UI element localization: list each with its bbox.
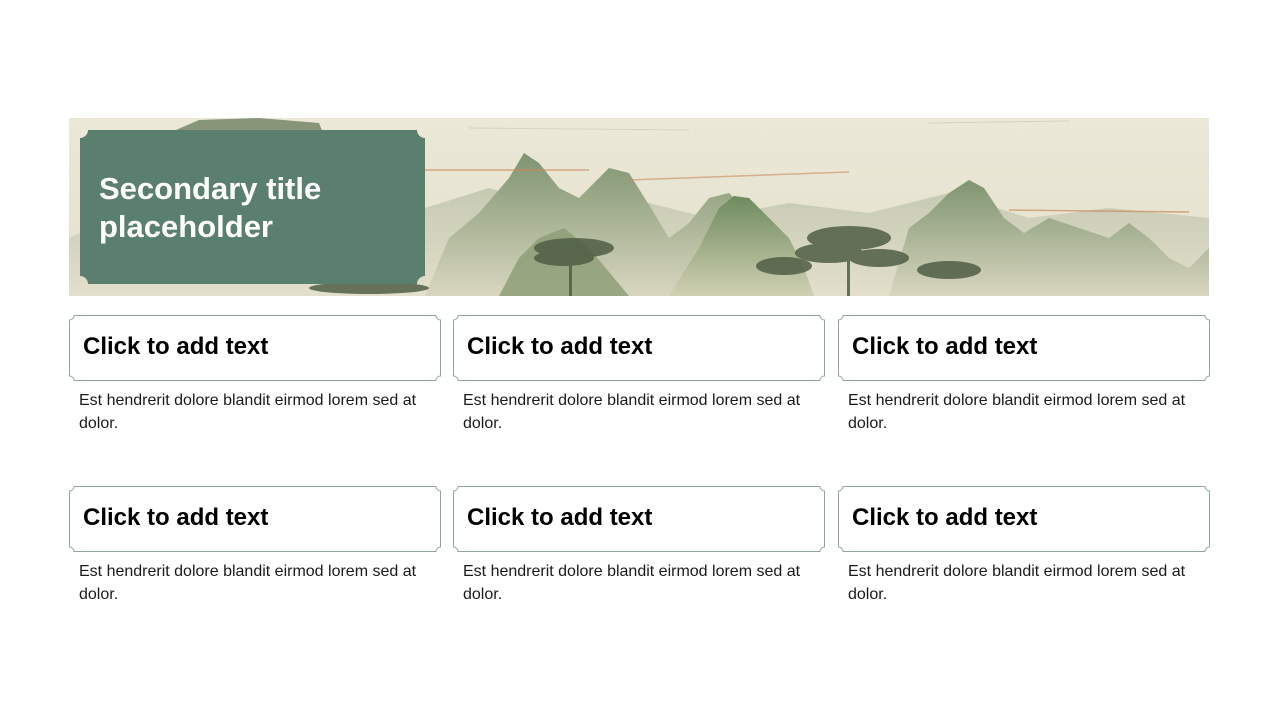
text-card-2[interactable]: Click to add text: [453, 315, 825, 381]
text-card-5[interactable]: Click to add text: [453, 486, 825, 552]
card-description[interactable]: Est hendrerit dolore blandit eirmod lore…: [848, 560, 1198, 606]
card-description[interactable]: Est hendrerit dolore blandit eirmod lore…: [848, 389, 1198, 435]
secondary-title-text[interactable]: Secondary title placeholder: [99, 170, 419, 246]
card-title[interactable]: Click to add text: [467, 504, 652, 532]
text-card-4[interactable]: Click to add text: [69, 486, 441, 552]
card-title[interactable]: Click to add text: [467, 333, 652, 361]
slide: Secondary title placeholder Click to add…: [0, 0, 1280, 720]
card-title[interactable]: Click to add text: [83, 504, 268, 532]
card-title[interactable]: Click to add text: [83, 333, 268, 361]
card-title[interactable]: Click to add text: [852, 504, 1037, 532]
secondary-title-box[interactable]: Secondary title placeholder: [80, 130, 425, 284]
card-description[interactable]: Est hendrerit dolore blandit eirmod lore…: [463, 389, 813, 435]
text-card-1[interactable]: Click to add text: [69, 315, 441, 381]
text-card-3[interactable]: Click to add text: [838, 315, 1210, 381]
card-description[interactable]: Est hendrerit dolore blandit eirmod lore…: [79, 389, 429, 435]
card-title[interactable]: Click to add text: [852, 333, 1037, 361]
card-description[interactable]: Est hendrerit dolore blandit eirmod lore…: [79, 560, 429, 606]
text-card-6[interactable]: Click to add text: [838, 486, 1210, 552]
card-description[interactable]: Est hendrerit dolore blandit eirmod lore…: [463, 560, 813, 606]
